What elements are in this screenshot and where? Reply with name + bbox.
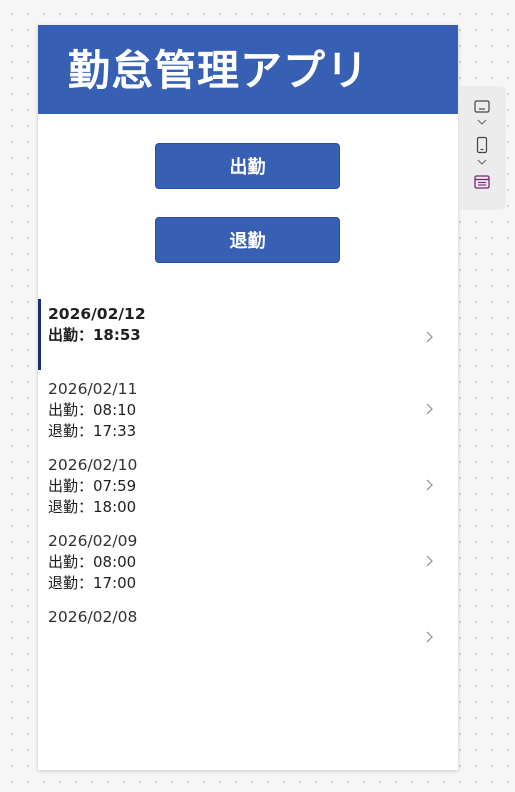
list-item[interactable]: 2026/02/09 出勤：08:00 退勤：17:00 xyxy=(38,522,458,598)
record-date: 2026/02/11 xyxy=(48,380,138,398)
record-clock-in: 出勤：07:59 xyxy=(48,477,137,495)
list-item[interactable]: 2026/02/12 出勤：18:53 xyxy=(38,299,458,370)
record-clock-out: 退勤：17:00 xyxy=(48,574,137,592)
chevron-right-icon[interactable] xyxy=(422,329,438,345)
record-date: 2026/02/10 xyxy=(48,456,138,474)
record-date: 2026/02/12 xyxy=(48,305,146,323)
clock-out-button[interactable]: 退勤 xyxy=(155,217,340,263)
phone-layout-icon[interactable] xyxy=(476,136,488,154)
app-header: 勤怠管理アプリ xyxy=(38,25,458,114)
chevron-right-icon[interactable] xyxy=(422,553,438,569)
record-date: 2026/02/09 xyxy=(48,532,138,550)
clock-in-button[interactable]: 出勤 xyxy=(155,143,340,189)
record-clock-out: 退勤：17:33 xyxy=(48,422,137,440)
app-title: 勤怠管理アプリ xyxy=(68,46,370,95)
app-screen: 勤怠管理アプリ 出勤 退勤 2026/02/12 出勤：18:53 2026/0… xyxy=(38,25,458,770)
record-clock-in: 出勤：18:53 xyxy=(48,326,141,344)
chevron-right-icon[interactable] xyxy=(422,477,438,493)
chevron-right-icon[interactable] xyxy=(422,401,438,417)
chevron-right-icon[interactable] xyxy=(422,629,438,645)
list-item[interactable]: 2026/02/10 出勤：07:59 退勤：18:00 xyxy=(38,446,458,522)
record-clock-in: 出勤：08:00 xyxy=(48,553,137,571)
list-item[interactable]: 2026/02/11 出勤：08:10 退勤：17:33 xyxy=(38,370,458,446)
list-item[interactable]: 2026/02/08 xyxy=(38,598,458,674)
attendance-gallery[interactable]: 2026/02/12 出勤：18:53 2026/02/11 出勤：08:10 … xyxy=(38,299,458,674)
record-date: 2026/02/08 xyxy=(48,608,138,626)
desktop-layout-icon[interactable] xyxy=(473,99,491,115)
record-clock-out: 退勤：18:00 xyxy=(48,498,137,516)
record-clock-in: 出勤：08:10 xyxy=(48,401,137,419)
chevron-down-icon[interactable] xyxy=(476,117,488,127)
layout-side-panel xyxy=(459,86,506,210)
form-layout-icon[interactable] xyxy=(473,174,491,190)
chevron-down-icon[interactable] xyxy=(476,157,488,167)
